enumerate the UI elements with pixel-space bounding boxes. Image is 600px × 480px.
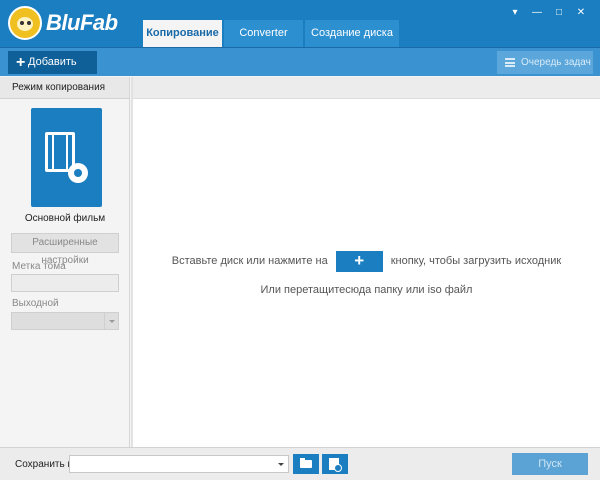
task-queue-label: Очередь задач (521, 57, 591, 68)
title-bar: BluFab Копирование Converter Создание ди… (0, 0, 600, 47)
folder-icon (300, 458, 312, 468)
inline-add-button[interactable] (335, 250, 383, 272)
copy-mode-header: Режим копирования (0, 77, 129, 99)
window-controls: ▾ — □ ✕ (504, 6, 592, 20)
tab-converter[interactable]: Converter (224, 20, 303, 47)
list-icon (505, 58, 515, 67)
bottom-bar: Сохранить в: Пуск (0, 447, 600, 480)
blufab-logo-icon (8, 6, 42, 40)
hint-after-text: кнопку, чтобы загрузить исходник (390, 255, 562, 267)
maximize-icon[interactable]: □ (548, 6, 570, 20)
save-path-select[interactable] (69, 455, 289, 473)
tab-create-disc[interactable]: Создание диска (305, 20, 399, 47)
task-queue-button[interactable]: Очередь задач (497, 51, 593, 74)
plus-icon: + (16, 54, 26, 71)
start-button[interactable]: Пуск (512, 453, 588, 475)
left-panel: Режим копирования Основной фильм Расшире… (0, 77, 130, 447)
output-caption: Выходной (12, 298, 59, 309)
main-tabs: Копирование Converter Создание диска (143, 20, 401, 47)
chevron-down-icon[interactable] (104, 313, 118, 329)
save-iso-button[interactable] (322, 454, 348, 474)
menu-dropdown-icon[interactable]: ▾ (504, 6, 526, 20)
tab-copy[interactable]: Копирование (143, 20, 222, 47)
browse-folder-button[interactable] (293, 454, 319, 474)
main-movie-mode-tile[interactable] (31, 108, 102, 207)
add-button[interactable]: + Добавить (8, 51, 97, 74)
main-header (133, 77, 600, 99)
minimize-icon[interactable]: — (526, 6, 548, 20)
hint-before-text: Вставьте диск или нажмите на (171, 255, 328, 267)
disc-file-icon (329, 458, 342, 472)
drop-area[interactable]: Вставьте диск или нажмите на кнопку, что… (133, 77, 600, 447)
disc-icon (68, 163, 88, 183)
save-to-label: Сохранить в: (15, 459, 76, 470)
toolbar: + Добавить Очередь задач (0, 47, 600, 76)
close-icon[interactable]: ✕ (570, 6, 592, 20)
add-button-label: Добавить (28, 56, 77, 68)
load-hint: Вставьте диск или нажмите на кнопку, что… (133, 250, 600, 272)
app-brand: BluFab (46, 10, 118, 35)
advanced-settings-button[interactable]: Расширенные настройки (11, 233, 119, 266)
volume-label-caption: Метка тома (12, 261, 66, 272)
volume-label-input[interactable] (11, 274, 119, 292)
chevron-down-icon[interactable] (278, 463, 284, 466)
main-movie-label: Основной фильм (24, 213, 106, 224)
drag-hint: Или перетащитесюда папку или iso файл (260, 284, 473, 296)
output-select[interactable] (11, 312, 119, 330)
